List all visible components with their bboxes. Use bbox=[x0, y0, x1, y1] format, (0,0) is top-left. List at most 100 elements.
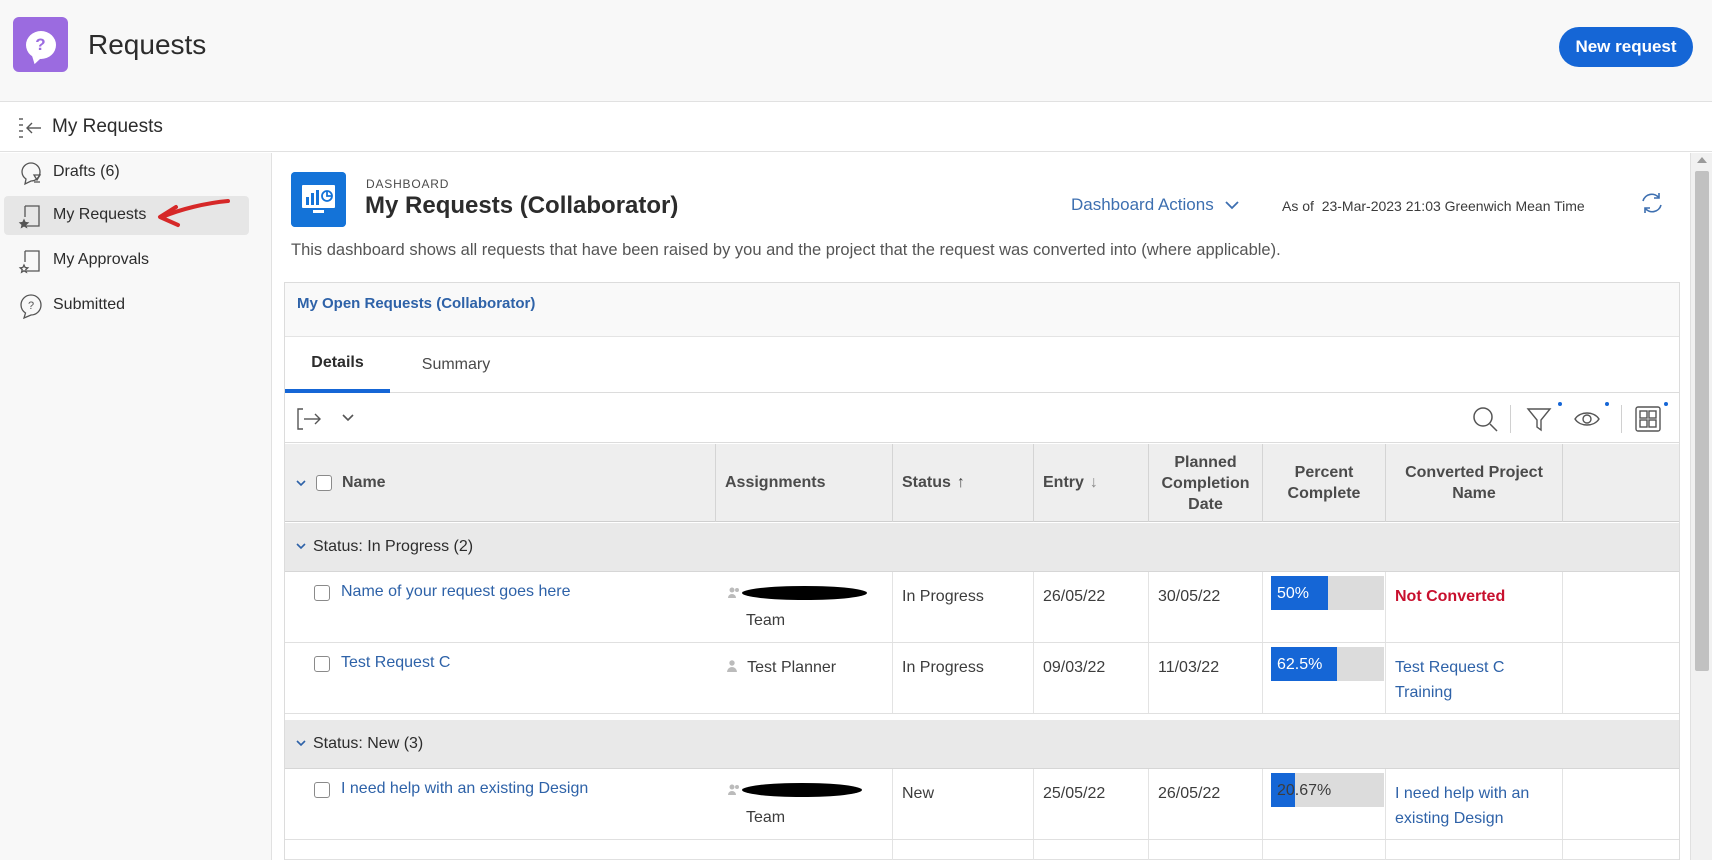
redacted-text bbox=[742, 783, 862, 797]
my-requests-icon bbox=[18, 205, 40, 229]
row-checkbox[interactable] bbox=[314, 782, 330, 798]
select-all-checkbox[interactable] bbox=[316, 475, 332, 491]
chevron-down-icon[interactable] bbox=[295, 478, 307, 488]
refresh-icon[interactable] bbox=[1639, 190, 1665, 216]
converted-project-link[interactable]: I need help with an existing Design bbox=[1395, 785, 1529, 827]
table-row: I need help with an existing Design Team… bbox=[285, 769, 1679, 840]
column-header-percent-complete[interactable]: Percent Complete bbox=[1263, 444, 1386, 522]
assignments-cell bbox=[716, 840, 893, 860]
percent-complete-cell: 20.67% bbox=[1263, 769, 1386, 839]
column-label: Assignments bbox=[725, 474, 826, 491]
vertical-scrollbar[interactable] bbox=[1690, 153, 1712, 860]
report-panel: My Open Requests (Collaborator) Details … bbox=[284, 282, 1680, 860]
entry-cell bbox=[1034, 840, 1149, 860]
assignment-team: Team bbox=[746, 809, 786, 826]
percent-complete-cell: 50% bbox=[1263, 572, 1386, 642]
entry-cell: 09/03/22 bbox=[1034, 643, 1149, 713]
chevron-down-icon[interactable] bbox=[341, 411, 355, 425]
column-header-entry[interactable]: Entry ↓ bbox=[1034, 444, 1149, 522]
table-row: Test Request C Test Planner In Progress … bbox=[285, 643, 1679, 714]
converted-project-cell: Test Request C Training bbox=[1386, 643, 1563, 713]
sidebar-item-label: My Requests bbox=[53, 206, 147, 223]
dashboard-actions-label: Dashboard Actions bbox=[1071, 195, 1214, 214]
progress-label: 50% bbox=[1277, 585, 1310, 602]
column-header-converted-project[interactable]: Converted Project Name bbox=[1386, 444, 1563, 522]
chevron-down-icon[interactable] bbox=[295, 541, 307, 551]
main-content: DASHBOARD My Requests (Collaborator) Das… bbox=[273, 153, 1689, 860]
column-header-status[interactable]: Status ↑ bbox=[893, 444, 1034, 522]
request-name-link[interactable]: Test Request C bbox=[341, 654, 450, 672]
collapse-sidebar-icon[interactable] bbox=[18, 117, 42, 139]
dashboard-description: This dashboard shows all requests that h… bbox=[291, 241, 1281, 259]
dashboard-eyebrow: DASHBOARD bbox=[366, 177, 450, 191]
progress-bar: 20.67% bbox=[1271, 773, 1384, 807]
table-header-row: Name Assignments Status ↑ Entry ↓ Planne… bbox=[285, 444, 1679, 522]
entry-cell: 25/05/22 bbox=[1034, 769, 1149, 839]
percent-complete-cell bbox=[1263, 840, 1386, 860]
tab-details[interactable]: Details bbox=[285, 337, 390, 393]
column-header-assignments[interactable]: Assignments bbox=[716, 444, 893, 522]
planned-completion-cell: 30/05/22 bbox=[1149, 572, 1263, 642]
sidebar-item-my-approvals[interactable]: My Approvals bbox=[4, 241, 249, 280]
person-icon bbox=[727, 660, 737, 672]
converted-project-cell: I need help with an existing Design bbox=[1386, 769, 1563, 839]
chevron-down-icon bbox=[1225, 201, 1239, 210]
chevron-down-icon[interactable] bbox=[295, 738, 307, 748]
dashboard-actions-dropdown[interactable]: Dashboard Actions bbox=[1071, 195, 1240, 215]
tab-summary[interactable]: Summary bbox=[403, 337, 509, 393]
group-label: Status: In Progress (2) bbox=[313, 538, 474, 555]
requests-app-icon: ? bbox=[13, 17, 68, 72]
status-cell: In Progress bbox=[893, 643, 1034, 713]
planned-completion-cell bbox=[1149, 840, 1263, 860]
progress-bar: 50% bbox=[1271, 576, 1384, 610]
submitted-icon: ? bbox=[20, 294, 42, 319]
filter-icon[interactable] bbox=[1525, 405, 1553, 433]
report-toolbar bbox=[285, 393, 1679, 443]
sidebar-item-submitted[interactable]: ? Submitted bbox=[4, 286, 249, 325]
toolbar-divider bbox=[1510, 405, 1511, 433]
sidebar: Drafts (6) My Requests My Approvals ? Su… bbox=[0, 153, 272, 860]
scroll-thumb[interactable] bbox=[1695, 171, 1709, 671]
approvals-icon bbox=[18, 250, 40, 274]
sub-header-title: My Requests bbox=[52, 116, 163, 137]
grid-layout-icon[interactable] bbox=[1634, 405, 1662, 433]
column-header-name[interactable]: Name bbox=[285, 444, 716, 522]
group-header-new[interactable]: Status: New (3) bbox=[285, 720, 1679, 769]
planned-completion-cell: 26/05/22 bbox=[1149, 769, 1263, 839]
app-title: Requests bbox=[88, 29, 207, 60]
column-label: Entry bbox=[1043, 474, 1084, 491]
top-header: ? Requests New request bbox=[0, 0, 1712, 102]
assignments-cell: Test Planner bbox=[716, 643, 893, 713]
request-name-link[interactable]: I need help with an existing Design bbox=[341, 780, 588, 798]
row-checkbox[interactable] bbox=[314, 585, 330, 601]
export-icon[interactable] bbox=[295, 405, 323, 433]
scroll-up-arrow-icon[interactable] bbox=[1697, 157, 1707, 163]
sort-ascending-icon: ↑ bbox=[956, 474, 965, 491]
request-name-link[interactable]: Name of your request goes here bbox=[341, 583, 570, 601]
column-label: Status bbox=[902, 474, 951, 491]
as-of-timestamp: As of 23-Mar-2023 21:03 Greenwich Mean T… bbox=[1282, 198, 1585, 214]
team-icon bbox=[728, 784, 739, 795]
converted-project-cell bbox=[1386, 840, 1563, 860]
question-bubble-icon: ? bbox=[25, 30, 56, 59]
row-checkbox[interactable] bbox=[314, 656, 330, 672]
progress-label: 20.67% bbox=[1277, 782, 1332, 799]
panel-title-link[interactable]: My Open Requests (Collaborator) bbox=[297, 295, 535, 312]
team-icon bbox=[728, 587, 739, 598]
view-active-dot bbox=[1605, 402, 1609, 406]
group-header-in-progress[interactable]: Status: In Progress (2) bbox=[285, 523, 1679, 572]
progress-bar: 62.5% bbox=[1271, 647, 1384, 681]
new-request-button[interactable]: New request bbox=[1559, 27, 1693, 67]
sidebar-item-drafts[interactable]: Drafts (6) bbox=[4, 153, 249, 192]
converted-project-link[interactable]: Test Request C Training bbox=[1395, 659, 1504, 701]
eye-icon[interactable] bbox=[1573, 405, 1601, 433]
percent-complete-cell: 62.5% bbox=[1263, 643, 1386, 713]
assignment-team: Team bbox=[746, 612, 786, 629]
layout-active-dot bbox=[1664, 402, 1668, 406]
sidebar-item-label: Submitted bbox=[53, 296, 126, 313]
column-label: Converted Project Name bbox=[1405, 464, 1543, 502]
dashboard-title: My Requests (Collaborator) bbox=[365, 192, 679, 219]
search-icon[interactable] bbox=[1471, 405, 1499, 433]
column-header-planned-completion[interactable]: Planned Completion Date bbox=[1149, 444, 1263, 522]
as-of-label: As of bbox=[1282, 198, 1314, 214]
